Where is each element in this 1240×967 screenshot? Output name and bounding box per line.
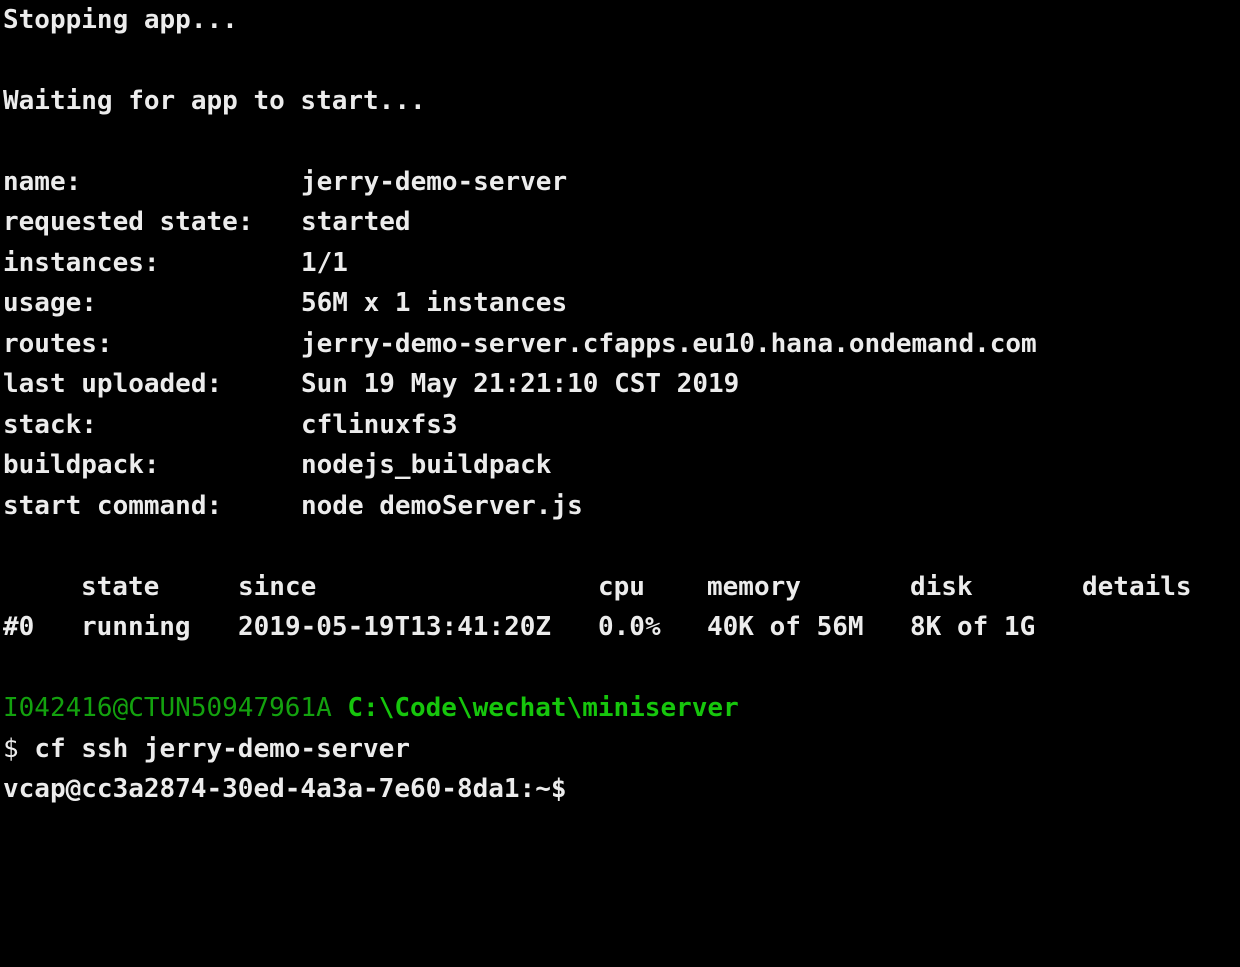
shell-prompt: I042416@CTUN50947961A C:\Code\wechat\min… [3,688,739,728]
terminal-window[interactable]: Stopping app... Waiting for app to start… [0,0,1240,811]
instance-state: running [81,612,191,642]
instance-index: #0 [3,612,35,642]
app-info-row-stack: stack: cflinuxfs3 [3,405,1203,445]
command-text: cf ssh jerry-demo-server [34,734,410,764]
instance-memory: 40K of 56M [707,612,864,642]
app-info-key: last uploaded: [3,369,223,399]
column-header-disk: disk [910,572,973,602]
prompt-user-host: I042416@CTUN50947961A [3,693,332,723]
column-header-details: details [1082,572,1192,602]
column-header-state: state [81,572,160,602]
app-info-row-buildpack: buildpack: nodejs_buildpack [3,445,1203,485]
app-info-row-instances: instances: 1/1 [3,243,1203,283]
prompt-path: C:\Code\wechat\miniserver [347,693,739,723]
table-row: #0 running 2019-05-19T13:41:20Z 0.0% 40K… [3,607,1233,647]
app-info-key: start command: [3,491,223,521]
instance-table-header: state since cpu memory disk details [3,567,1233,607]
remote-shell-prompt[interactable]: vcap@cc3a2874-30ed-4a3a-7e60-8da1:~$ [3,769,567,809]
app-info-value: nodejs_buildpack [301,450,552,480]
app-info-key: stack: [3,410,97,440]
app-info-value: 1/1 [301,248,348,278]
app-info-value: 56M x 1 instances [301,288,568,318]
app-info-key: requested state: [3,207,254,237]
app-info-key: instances: [3,248,160,278]
app-info-value: jerry-demo-server.cfapps.eu10.hana.ondem… [301,329,1037,359]
waiting-message: Waiting for app to start... [3,86,426,116]
app-info-value: cflinuxfs3 [301,410,458,440]
app-info-value: node demoServer.js [301,491,583,521]
prompt-symbol: $ [3,734,19,764]
app-info-value: jerry-demo-server [301,167,568,197]
app-info-row-routes: routes: jerry-demo-server.cfapps.eu10.ha… [3,324,1203,364]
instance-disk: 8K of 1G [910,612,1036,642]
instance-since: 2019-05-19T13:41:20Z [238,612,552,642]
app-info-key: name: [3,167,82,197]
app-info-row-requested-state: requested state: started [3,202,1203,242]
app-info-key: buildpack: [3,450,160,480]
app-info-key: routes: [3,329,113,359]
app-info-key: usage: [3,288,97,318]
app-info-value: Sun 19 May 21:21:10 CST 2019 [301,369,740,399]
column-header-memory: memory [707,572,801,602]
stopping-message: Stopping app... [3,5,238,35]
app-info-row-name: name: jerry-demo-server [3,162,1203,202]
app-info-row-last-uploaded: last uploaded: Sun 19 May 21:21:10 CST 2… [3,364,1203,404]
column-header-since: since [238,572,317,602]
app-info-row-start-command: start command: node demoServer.js [3,486,1203,526]
column-header-cpu: cpu [598,572,645,602]
command-line: $ cf ssh jerry-demo-server [3,729,410,769]
app-info-row-usage: usage: 56M x 1 instances [3,283,1203,323]
instance-cpu: 0.0% [598,612,661,642]
app-info-value: started [301,207,411,237]
